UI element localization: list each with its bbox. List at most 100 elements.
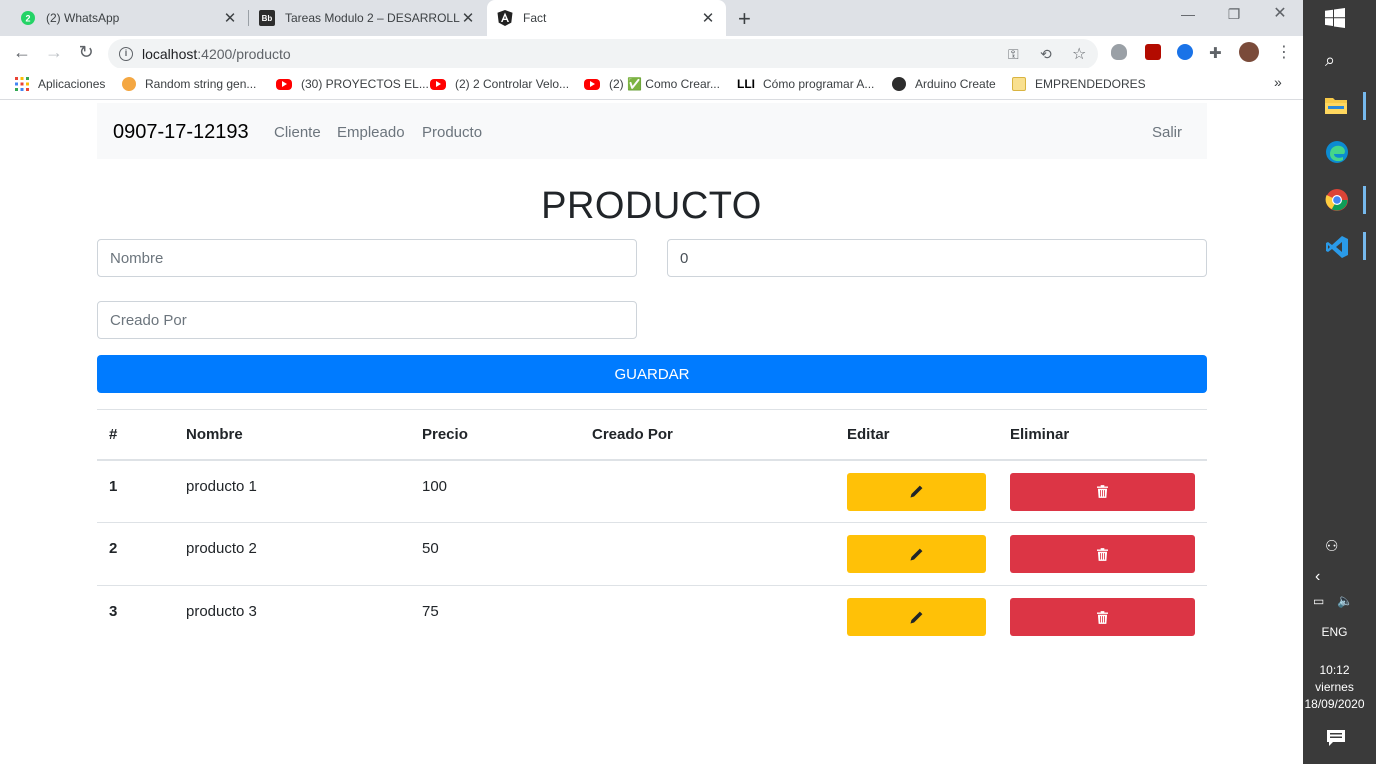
row-index: 3: [109, 603, 118, 620]
menu-dots-icon[interactable]: ⋮: [1276, 42, 1292, 62]
delete-button[interactable]: [1010, 472, 1195, 511]
clock-date[interactable]: 18/09/2020: [1303, 697, 1366, 711]
language-indicator[interactable]: ENG: [1303, 625, 1366, 639]
people-icon[interactable]: ⚇: [1325, 537, 1349, 561]
nombre-input[interactable]: [97, 239, 637, 277]
tab-whatsapp[interactable]: 2 (2) WhatsApp ✕: [0, 0, 248, 36]
bookmark-proyectos[interactable]: (30) PROYECTOS EL...: [276, 77, 429, 91]
row-nombre: producto 1: [174, 459, 410, 523]
close-icon[interactable]: ✕: [222, 9, 238, 27]
youtube-icon: [584, 78, 600, 90]
bookmark-como-crear[interactable]: (2) ✅ Como Crear...: [584, 77, 720, 91]
pdf-extension-icon[interactable]: [1145, 44, 1161, 60]
forward-button[interactable]: →: [44, 42, 64, 62]
trash-icon: [1097, 547, 1108, 561]
file-explorer-icon[interactable]: [1325, 95, 1349, 119]
bookmark-emprendedores[interactable]: EMPRENDEDORES: [1012, 77, 1146, 91]
info-icon[interactable]: i: [119, 47, 133, 61]
clock-day[interactable]: viernes: [1303, 680, 1366, 694]
header-editar: Editar: [835, 409, 998, 461]
page-title: PRODUCTO: [541, 185, 762, 227]
clock-time[interactable]: 10:12: [1303, 663, 1366, 677]
nav-empleado[interactable]: Empleado: [337, 124, 405, 141]
llamas-icon: LLI: [737, 77, 755, 91]
restore-button[interactable]: ❐: [1211, 0, 1257, 30]
close-window-button[interactable]: ✕: [1257, 0, 1303, 30]
edit-button[interactable]: [847, 472, 986, 511]
row-edit-cell: [835, 459, 998, 523]
bookmark-apps[interactable]: Aplicaciones: [15, 77, 105, 91]
chrome-icon[interactable]: [1325, 188, 1349, 212]
nav-producto[interactable]: Producto: [422, 124, 482, 141]
minimize-button[interactable]: —: [1165, 0, 1211, 30]
tab-title: (2) WhatsApp: [46, 11, 120, 25]
row-index: 2: [97, 522, 174, 586]
bookmark-label: Random string gen...: [145, 77, 257, 91]
search-icon[interactable]: ⌕: [1325, 50, 1349, 74]
precio-input[interactable]: [667, 239, 1207, 277]
tab-fact[interactable]: Fact ✕: [487, 0, 726, 36]
bookmark-random-string[interactable]: Random string gen...: [122, 77, 256, 91]
brand[interactable]: 0907-17-12193: [113, 121, 249, 144]
bookmark-label: EMPRENDEDORES: [1035, 77, 1146, 91]
youtube-icon: [430, 78, 446, 90]
bookmark-arduino[interactable]: Arduino Create: [892, 77, 996, 91]
extension-shield-icon[interactable]: [1111, 44, 1127, 60]
notification-icon[interactable]: [1327, 730, 1351, 754]
key-icon[interactable]: ⚿: [1008, 46, 1019, 63]
vscode-icon[interactable]: [1325, 235, 1349, 259]
svg-text:2: 2: [25, 14, 30, 24]
edit-button[interactable]: [847, 598, 986, 636]
delete-button[interactable]: [1010, 598, 1195, 636]
pencil-icon: [910, 548, 923, 561]
close-icon[interactable]: ✕: [460, 9, 476, 27]
app-page: 0907-17-12193 Cliente Empleado Producto …: [0, 101, 1303, 764]
edge-icon[interactable]: [1325, 140, 1349, 164]
address-bar[interactable]: i localhost:4200/producto ⚿ ⟲ ☆: [108, 39, 1098, 69]
bookmark-label: (2) ✅ Como Crear...: [609, 77, 720, 91]
nav-salir[interactable]: Salir: [1152, 124, 1182, 141]
bookmarks-overflow-button[interactable]: »: [1274, 74, 1282, 90]
apps-grid-icon: [15, 77, 29, 91]
url-text: localhost:4200/producto: [142, 46, 291, 62]
tab-tareas[interactable]: Bb Tareas Modulo 2 – DESARROLLO ✕: [249, 0, 486, 36]
youtube-icon: [276, 78, 292, 90]
running-indicator: [1363, 186, 1366, 214]
close-icon[interactable]: ✕: [700, 9, 716, 27]
bookmarks-bar: Aplicaciones Random string gen... (30) P…: [0, 68, 1303, 100]
row-creado-por: [580, 586, 835, 649]
browser-toolbar: ← → ↻ i localhost:4200/producto ⚿ ⟲ ☆ ✚ …: [0, 36, 1303, 69]
guardar-button[interactable]: GUARDAR: [97, 355, 1207, 393]
windows-taskbar: ⌕ ⚇ ‹ ▭ 🔈 ENG 10:12 viernes 18/09/2020: [1303, 0, 1376, 764]
speaker-icon[interactable]: 🔈: [1337, 593, 1361, 617]
tab-title: Fact: [523, 11, 547, 25]
star-icon[interactable]: ☆: [1072, 44, 1086, 64]
back-button[interactable]: ←: [12, 42, 32, 62]
new-tab-button[interactable]: +: [738, 6, 751, 32]
row-precio: 100: [410, 459, 580, 523]
row-delete-cell: [998, 522, 1207, 586]
avatar[interactable]: [1239, 42, 1259, 62]
battery-icon[interactable]: ▭: [1313, 594, 1337, 618]
chevron-left-icon[interactable]: ‹: [1315, 568, 1339, 592]
windows-start-icon[interactable]: [1325, 8, 1349, 32]
delete-button[interactable]: [1010, 535, 1195, 573]
row-nombre: producto 3: [186, 603, 257, 620]
puzzle-icon[interactable]: ✚: [1209, 44, 1225, 62]
edit-button[interactable]: [847, 535, 986, 573]
blackboard-icon: Bb: [259, 10, 275, 26]
creado-por-input[interactable]: [97, 301, 637, 339]
table-header-row: # Nombre Precio Creado Por Editar Elimin…: [97, 409, 1207, 461]
reload-button[interactable]: ↻: [76, 42, 96, 62]
productos-table: # Nombre Precio Creado Por Editar Elimin…: [97, 409, 1207, 649]
idm-extension-icon[interactable]: [1177, 44, 1193, 60]
row-delete-cell: [998, 586, 1207, 649]
bookmark-como-programar[interactable]: LLI Cómo programar A...: [737, 77, 874, 91]
nav-cliente[interactable]: Cliente: [274, 124, 321, 141]
bookmark-label: Arduino Create: [915, 77, 996, 91]
bookmark-controlar-velo[interactable]: (2) 2 Controlar Velo...: [430, 77, 569, 91]
whatsapp-icon: 2: [20, 10, 36, 26]
translate-icon[interactable]: ⟲: [1040, 46, 1052, 63]
row-creado-por: [580, 522, 835, 586]
table-row: 1 producto 1 100: [97, 459, 1207, 523]
